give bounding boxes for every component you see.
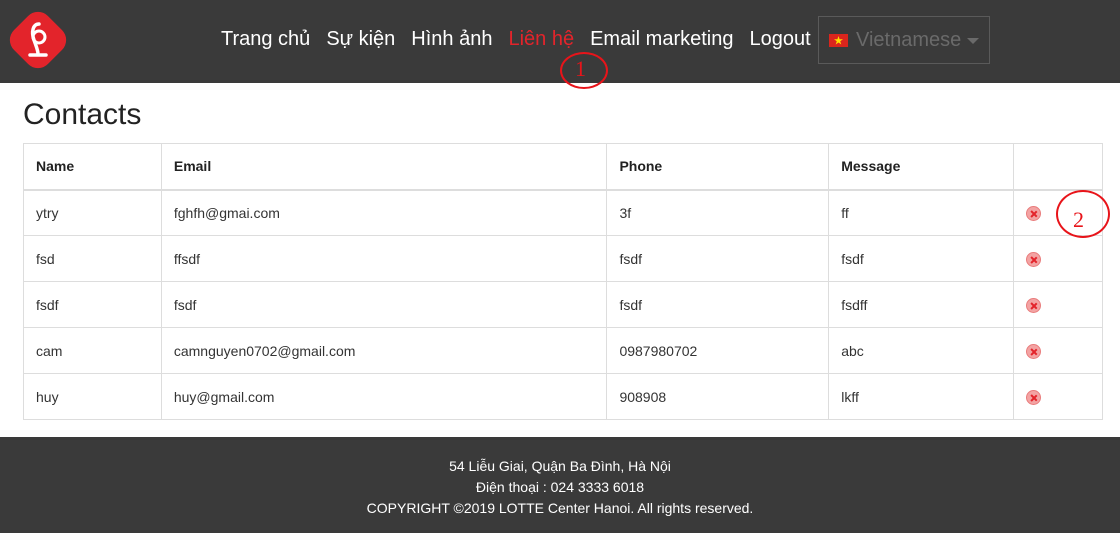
- cell-message: fsdf: [828, 235, 1015, 282]
- language-label: Vietnamese: [856, 28, 962, 51]
- footer-copyright: COPYRIGHT ©2019 LOTTE Center Hanoi. All …: [366, 500, 754, 516]
- table-row: fsdf fsdf fsdf fsdff: [23, 281, 1103, 328]
- cell-message: abc: [828, 327, 1015, 374]
- cell-email: camnguyen0702@gmail.com: [160, 327, 608, 374]
- table-row: huy huy@gmail.com 908908 lkff: [23, 373, 1103, 420]
- annotation-number-1: 1: [575, 56, 586, 81]
- column-header-message: Message: [828, 143, 1015, 191]
- column-header-name: Name: [23, 143, 162, 191]
- nav-lien-he[interactable]: Liên hệ: [508, 27, 574, 51]
- cell-actions: [1013, 373, 1103, 420]
- lotte-logo[interactable]: [4, 6, 72, 74]
- main-nav: Trang chủ Sự kiện Hình ảnh Liên hệ Email…: [221, 27, 827, 51]
- chevron-down-icon: [967, 38, 979, 44]
- language-select[interactable]: Vietnamese: [818, 16, 990, 64]
- vietnam-flag-icon: [829, 33, 848, 47]
- cell-name: fsd: [23, 235, 162, 282]
- logo-l-icon: [28, 22, 48, 57]
- contacts-table-wrapper: Name Email Phone Message ytry fghfh@gmai…: [23, 143, 1103, 420]
- cell-phone: 0987980702: [606, 327, 830, 374]
- cell-phone: fsdf: [606, 235, 830, 282]
- cell-phone: 3f: [606, 189, 830, 236]
- footer-address: 54 Liễu Giai, Quận Ba Đình, Hà Nội: [449, 458, 671, 474]
- table-header-row: Name Email Phone Message: [23, 143, 1103, 191]
- cell-message: lkff: [828, 373, 1015, 420]
- delete-circle-x-icon[interactable]: [1026, 343, 1042, 359]
- delete-circle-x-icon[interactable]: [1026, 389, 1042, 405]
- column-header-phone: Phone: [606, 143, 830, 191]
- cell-message: fsdff: [828, 281, 1015, 328]
- table-row: cam camnguyen0702@gmail.com 0987980702 a…: [23, 327, 1103, 374]
- cell-actions: [1013, 327, 1103, 374]
- footer-phone: Điện thoại : 024 3333 6018: [475, 479, 645, 495]
- column-header-email: Email: [160, 143, 608, 191]
- cell-actions: [1013, 281, 1103, 328]
- delete-circle-x-icon[interactable]: [1026, 206, 1042, 222]
- nav-su-kien[interactable]: Sự kiện: [326, 27, 395, 51]
- delete-circle-x-icon[interactable]: [1026, 297, 1042, 313]
- cell-name: fsdf: [23, 281, 162, 328]
- cell-phone: 908908: [606, 373, 830, 420]
- nav-hinh-anh[interactable]: Hình ảnh: [411, 27, 492, 51]
- page-title: Contacts: [23, 98, 142, 131]
- cell-actions: [1013, 235, 1103, 282]
- footer: 54 Liễu Giai, Quận Ba Đình, Hà Nội Điện …: [0, 437, 1120, 533]
- cell-name: cam: [23, 327, 162, 374]
- cell-email: ffsdf: [160, 235, 608, 282]
- cell-name: huy: [23, 373, 162, 420]
- cell-email: fsdf: [160, 281, 608, 328]
- delete-circle-x-icon[interactable]: [1026, 251, 1042, 267]
- cell-message: ff: [828, 189, 1015, 236]
- nav-logout[interactable]: Logout: [749, 27, 810, 51]
- nav-trang-chu[interactable]: Trang chủ: [221, 27, 310, 51]
- cell-phone: fsdf: [606, 281, 830, 328]
- annotation-number-2: 2: [1073, 207, 1084, 232]
- column-header-actions: [1013, 143, 1103, 191]
- cell-email: huy@gmail.com: [160, 373, 608, 420]
- contacts-table: Name Email Phone Message ytry fghfh@gmai…: [23, 143, 1103, 420]
- cell-name: ytry: [23, 189, 162, 236]
- nav-email-marketing[interactable]: Email marketing: [590, 27, 733, 51]
- cell-email: fghfh@gmai.com: [160, 189, 608, 236]
- table-row: ytry fghfh@gmai.com 3f ff: [23, 189, 1103, 236]
- table-row: fsd ffsdf fsdf fsdf: [23, 235, 1103, 282]
